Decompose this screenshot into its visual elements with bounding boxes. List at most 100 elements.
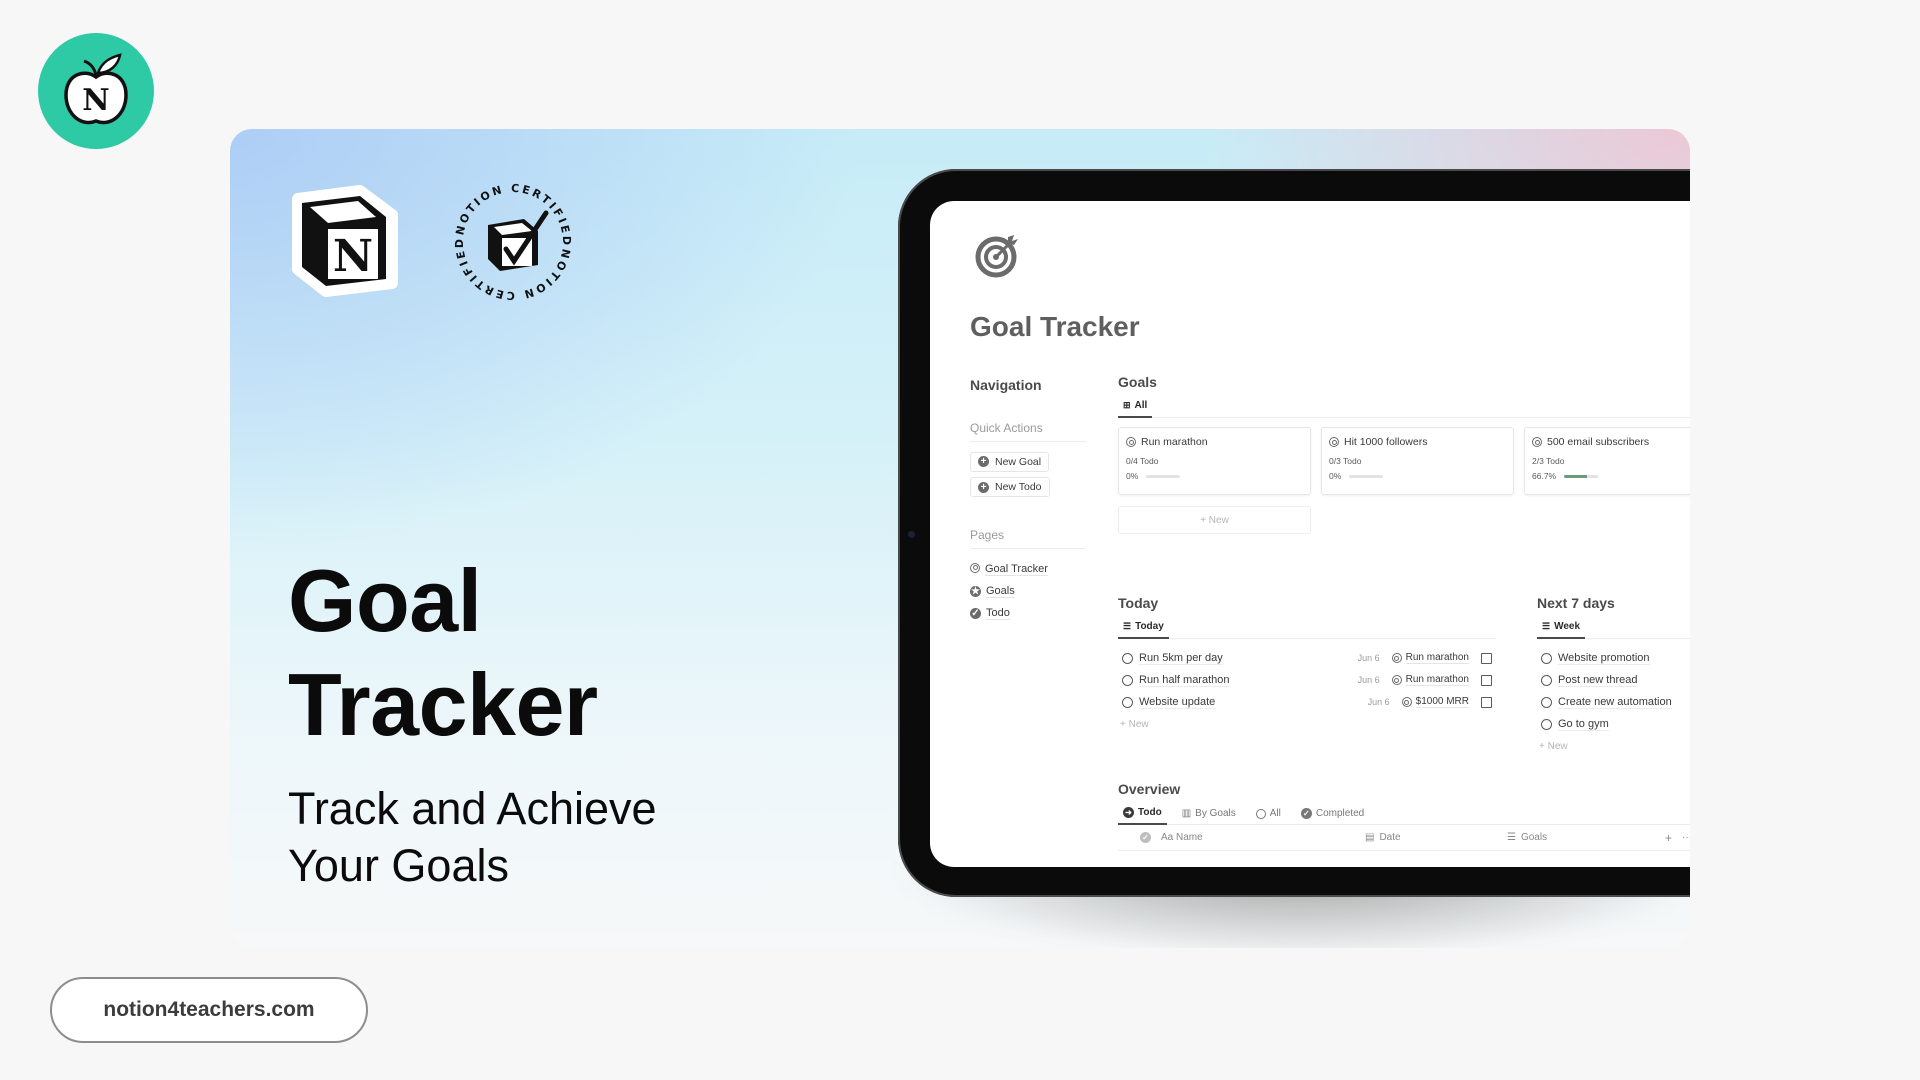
website-url-button[interactable]: notion4teachers.com <box>50 977 368 1043</box>
check-circle-icon: ✓ <box>1300 808 1312 819</box>
list-item[interactable]: Post new thread <box>1537 669 1690 691</box>
list-item[interactable]: Go to gym <box>1537 713 1690 735</box>
add-column-button[interactable]: + <box>1665 831 1672 845</box>
notion-cube-icon: N <box>292 185 398 297</box>
circle-icon <box>1255 808 1266 819</box>
page-title: Goal Tracker <box>970 311 1140 342</box>
gallery-icon: ⊞ <box>1123 400 1131 410</box>
tab-all[interactable]: All <box>1251 803 1286 825</box>
goal-card[interactable]: Run marathon 0/4 Todo 0% <box>1118 427 1311 495</box>
tab-label: All <box>1269 808 1281 819</box>
goal-card[interactable]: 500 email subscribers 2/3 Todo 66.7% <box>1524 427 1690 495</box>
hero-card: N NOTION CERTIFIED NOTION CERTIFIED Goal… <box>230 129 1690 948</box>
status-circle-icon[interactable] <box>1541 652 1552 664</box>
next-7-days-section: Next 7 days ☰ Week Website promotion Pos… <box>1537 595 1690 757</box>
pages-label: Pages <box>970 528 1086 549</box>
today-title: Today <box>1118 595 1159 611</box>
status-circle-icon[interactable] <box>1541 696 1552 708</box>
notion-screen: Goal Tracker Navigation Quick Actions + … <box>930 201 1690 867</box>
hero-subtitle: Track and Achieve Your Goals <box>288 780 657 894</box>
hero-subtitle-line: Your Goals <box>288 840 509 891</box>
list-item[interactable]: Run half marathon Jun 6 Run marathon <box>1118 669 1496 691</box>
goal-card-todo: 0/4 Todo <box>1126 456 1159 466</box>
status-circle-icon[interactable] <box>1541 674 1552 686</box>
brand-logo: N <box>38 33 154 149</box>
add-new-todo-button[interactable]: + New <box>1118 713 1496 735</box>
goals-section: Goals ⊞ All Run marathon 0/4 Todo 0% Hit… <box>1118 374 1690 534</box>
tab-label: Completed <box>1315 808 1365 819</box>
goals-tabs: ⊞ All <box>1118 396 1690 418</box>
new-goal-button[interactable]: + New Goal <box>970 451 1050 472</box>
progress-fill <box>1564 474 1587 478</box>
list-item[interactable]: Create new automation <box>1537 691 1690 713</box>
page-link-goals[interactable]: ★ Goals <box>970 580 1086 602</box>
goal-card-percent: 0% <box>1329 471 1342 481</box>
today-tabs: ☰ Today <box>1118 617 1496 639</box>
page-link-label: Goals <box>986 584 1015 598</box>
list-item[interactable]: Website promotion <box>1537 647 1690 669</box>
status-circle-icon[interactable] <box>1122 652 1133 664</box>
goal-card-title: 500 email subscribers <box>1547 436 1650 448</box>
tab-week[interactable]: ☰ Week <box>1537 617 1586 639</box>
overview-section: Overview ➜ Todo ▥ By Goals All ✓ Completed … <box>1118 781 1690 851</box>
todo-goal-link[interactable]: $1000 MRR <box>1415 696 1469 708</box>
check-circle-icon: ✓ <box>970 607 981 619</box>
tab-todo[interactable]: ➜ Todo <box>1118 803 1167 825</box>
next-7-days-title: Next 7 days <box>1537 595 1615 611</box>
goal-card-title: Run marathon <box>1141 436 1208 448</box>
todo-name: Run half marathon <box>1139 673 1230 687</box>
list-item[interactable]: Run 5km per day Jun 6 Run marathon <box>1118 647 1496 669</box>
todo-name: Website promotion <box>1558 651 1650 665</box>
goal-card-percent: 66.7% <box>1532 471 1557 481</box>
target-icon <box>1391 653 1402 663</box>
new-goal-card-button[interactable]: + New <box>1118 506 1311 534</box>
page-link-todo[interactable]: ✓ Todo <box>970 602 1086 624</box>
column-goals[interactable]: ☰ Goals <box>1507 832 1647 843</box>
week-list: Website promotion Post new thread Create… <box>1537 647 1690 757</box>
column-label: Goals <box>1520 832 1548 843</box>
todo-date: Jun 6 <box>1357 675 1380 685</box>
notion-certified-badge: NOTION CERTIFIED NOTION CERTIFIED <box>453 182 572 302</box>
tab-label: By Goals <box>1195 808 1236 819</box>
progress-bar <box>1146 474 1181 478</box>
more-options-button[interactable]: ··· <box>1682 832 1690 843</box>
camera-icon <box>908 531 915 538</box>
check-circle-icon: ✓ <box>1140 832 1151 843</box>
checkbox[interactable] <box>1481 652 1492 664</box>
plus-circle-icon: + <box>978 481 989 493</box>
today-list: Run 5km per day Jun 6 Run marathon Run h… <box>1118 647 1496 735</box>
goal-card-todo: 0/3 Todo <box>1329 456 1362 466</box>
todo-name: Go to gym <box>1558 717 1609 731</box>
list-item[interactable]: Website update Jun 6 $1000 MRR <box>1118 691 1496 713</box>
tab-today[interactable]: ☰ Today <box>1118 617 1169 639</box>
todo-goal-link[interactable]: Run marathon <box>1405 652 1469 664</box>
list-icon: ☰ <box>1542 621 1551 631</box>
status-circle-icon[interactable] <box>1122 674 1133 686</box>
target-icon <box>1126 437 1136 447</box>
new-todo-button[interactable]: + New Todo <box>970 477 1050 497</box>
calendar-icon: ▤ <box>1365 832 1375 843</box>
checkbox[interactable] <box>1481 674 1492 686</box>
quick-actions-label: Quick Actions <box>970 421 1086 442</box>
target-icon <box>1391 675 1402 685</box>
tab-completed[interactable]: ✓ Completed <box>1296 803 1369 825</box>
tab-by-goals[interactable]: ▥ By Goals <box>1177 803 1241 825</box>
goal-card[interactable]: Hit 1000 followers 0/3 Todo 0% <box>1321 427 1514 495</box>
page-link-goal-tracker[interactable]: Goal Tracker <box>970 558 1086 580</box>
hero-title-line: Tracker <box>288 655 598 754</box>
arrow-circle-icon: ➜ <box>1123 807 1134 818</box>
hero-title: Goal Tracker <box>288 549 598 757</box>
progress-bar <box>1349 474 1384 478</box>
next-7-days-tabs: ☰ Week <box>1537 617 1690 639</box>
status-circle-icon[interactable] <box>1541 718 1552 730</box>
checkbox[interactable] <box>1481 696 1492 708</box>
status-circle-icon[interactable] <box>1122 696 1133 708</box>
add-new-todo-button[interactable]: + New <box>1537 735 1690 757</box>
tab-all[interactable]: ⊞ All <box>1118 396 1153 418</box>
progress-bar <box>1564 474 1599 478</box>
hero-subtitle-line: Track and Achieve <box>288 783 657 834</box>
column-date[interactable]: ▤ Date <box>1365 832 1507 843</box>
todo-goal-link[interactable]: Run marathon <box>1405 674 1469 686</box>
tab-label: Todo <box>1138 807 1162 818</box>
column-name[interactable]: Aa Name <box>1161 832 1361 843</box>
